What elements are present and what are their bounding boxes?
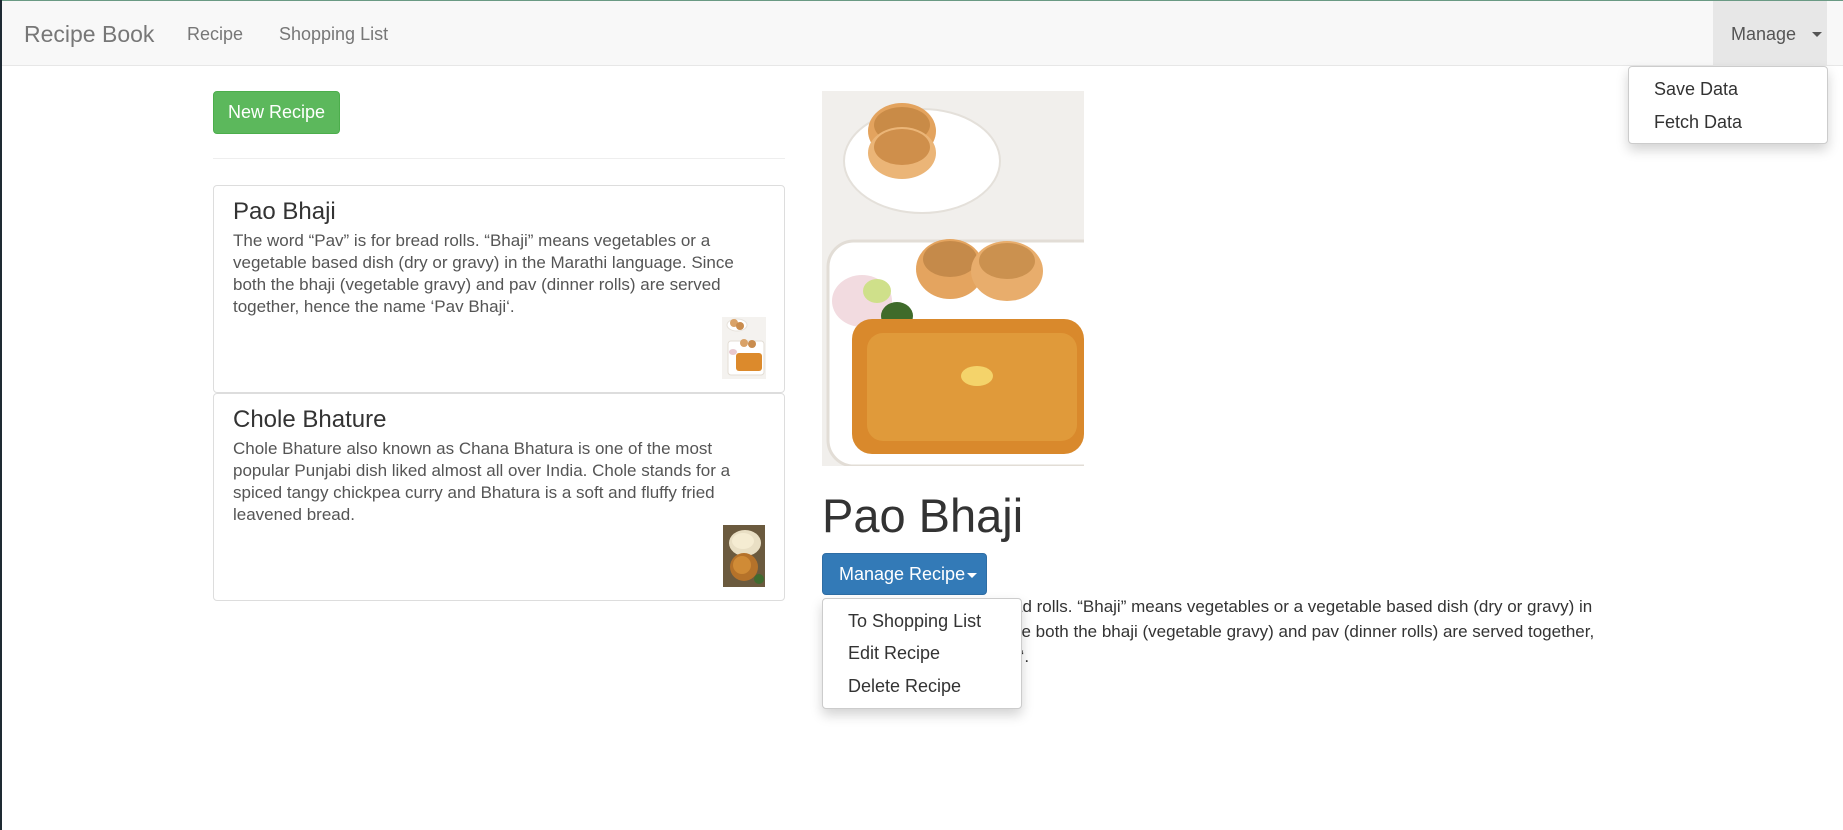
recipe-description: The word “Pav” is for bread rolls. “Bhaj… xyxy=(233,231,734,316)
recipe-detail-description-line: ce both the bhaji (vegetable gravy) and … xyxy=(1013,622,1595,641)
manage-dropdown-menu: Save Data Fetch Data xyxy=(1628,66,1828,144)
recipe-name: Pao Bhaji xyxy=(233,198,336,225)
recipe-list-item[interactable]: Pao Bhaji The word “Pav” is for bread ro… xyxy=(213,185,785,393)
menu-item-edit-recipe[interactable]: Edit Recipe xyxy=(848,643,940,664)
new-recipe-button[interactable]: New Recipe xyxy=(213,91,340,134)
caret-down-icon xyxy=(1812,32,1822,37)
nav-link-recipe[interactable]: Recipe xyxy=(187,24,243,45)
recipe-detail-title: Pao Bhaji xyxy=(822,489,1024,542)
caret-down-icon xyxy=(967,572,978,578)
recipe-description: Chole Bhature also known as Chana Bhatur… xyxy=(233,439,731,524)
brand-link[interactable]: Recipe Book xyxy=(24,21,154,48)
nav-link-shopping-list[interactable]: Shopping List xyxy=(279,24,388,45)
recipe-image xyxy=(822,91,1084,466)
manage-recipe-dropdown-menu: To Shopping List Edit Recipe Delete Reci… xyxy=(822,598,1022,709)
recipe-thumbnail xyxy=(723,525,767,587)
manage-dropdown-toggle[interactable]: Manage xyxy=(1713,1,1827,66)
recipe-list-item[interactable]: Chole Bhature Chole Bhature also known a… xyxy=(213,393,785,601)
navbar: Recipe Book Recipe Shopping List Manage xyxy=(2,0,1843,66)
recipe-name: Chole Bhature xyxy=(233,406,387,433)
menu-item-save-data[interactable]: Save Data xyxy=(1654,79,1738,100)
manage-recipe-button[interactable]: Manage Recipe xyxy=(822,553,987,595)
manage-recipe-label: Manage Recipe xyxy=(839,564,966,584)
recipe-detail-description-line: ad rolls. “Bhaji” means vegetables or a … xyxy=(1013,597,1593,616)
menu-item-fetch-data[interactable]: Fetch Data xyxy=(1654,112,1742,133)
manage-label: Manage xyxy=(1731,24,1797,44)
menu-item-delete-recipe[interactable]: Delete Recipe xyxy=(848,676,961,697)
recipe-thumbnail xyxy=(722,317,766,379)
menu-item-to-shopping-list[interactable]: To Shopping List xyxy=(848,611,981,632)
divider xyxy=(213,158,785,159)
